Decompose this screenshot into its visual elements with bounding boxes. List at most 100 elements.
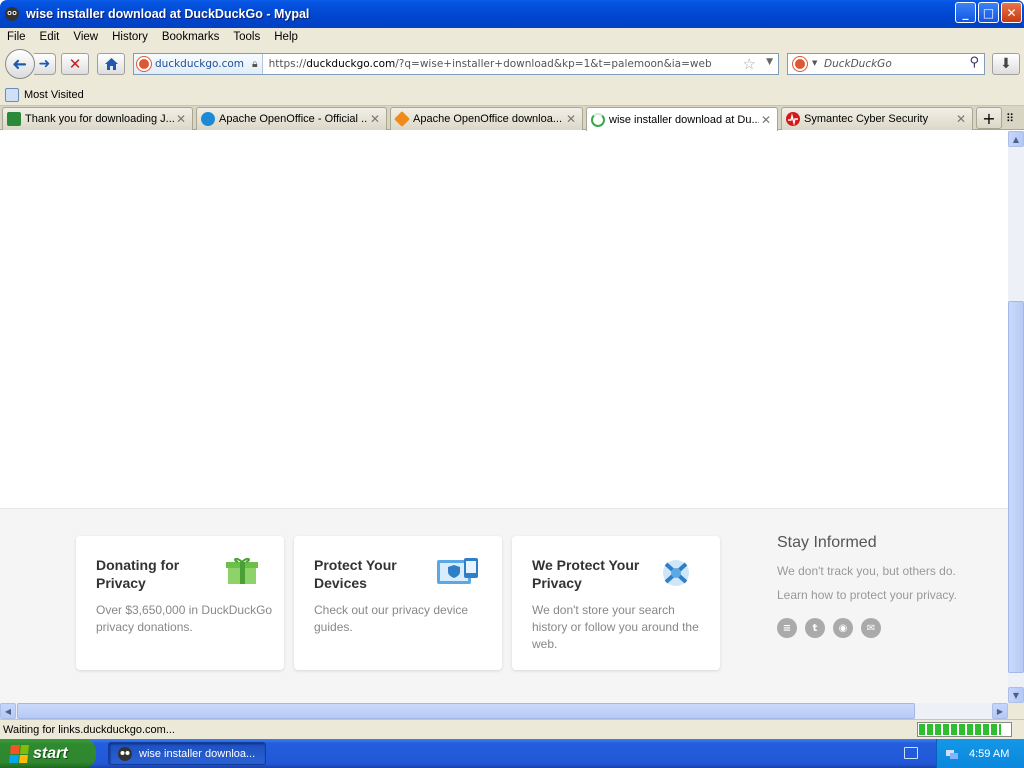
- scroll-up-button[interactable]: ▲: [1008, 131, 1024, 147]
- start-label: start: [33, 744, 68, 762]
- windows-taskbar: start wise installer downloa... 4:59 AM: [0, 739, 1024, 768]
- tab-apache-download[interactable]: Apache OpenOffice downloa... ✕: [390, 107, 583, 130]
- openoffice-favicon: [201, 112, 215, 126]
- search-input[interactable]: DuckDuckGo: [824, 58, 892, 70]
- tab-thank-you[interactable]: Thank you for downloading J... ✕: [2, 107, 193, 130]
- downloads-button[interactable]: ⬇: [992, 53, 1020, 75]
- keyboard-icon[interactable]: [904, 747, 918, 759]
- tab-close-icon[interactable]: ✕: [954, 112, 968, 126]
- start-button[interactable]: start: [0, 739, 96, 768]
- reddit-icon[interactable]: ◉: [833, 618, 853, 638]
- horizontal-scrollbar[interactable]: ◀ ▶: [0, 703, 1008, 719]
- back-button[interactable]: ➜: [5, 49, 35, 79]
- tab-wise-installer[interactable]: wise installer download at Du... ✕: [586, 107, 778, 131]
- plus-icon: +: [982, 108, 996, 128]
- tab-close-icon[interactable]: ✕: [368, 112, 382, 126]
- vertical-scroll-thumb[interactable]: [1008, 301, 1024, 673]
- tab-close-icon[interactable]: ✕: [759, 113, 773, 127]
- devices-icon: [437, 558, 478, 584]
- url-host: duckduckgo.com: [306, 58, 396, 70]
- stay-informed-section: Stay Informed We don't track you, but ot…: [777, 534, 997, 638]
- arrow-left-icon: ➜: [12, 53, 28, 75]
- scrollbar-corner: [1008, 703, 1024, 719]
- forward-button[interactable]: ➜: [34, 53, 56, 75]
- page-load-progress: [917, 722, 1012, 737]
- menu-edit[interactable]: Edit: [33, 31, 67, 43]
- twitter-icon[interactable]: t: [805, 618, 825, 638]
- progress-fill: [919, 724, 1001, 735]
- tab-close-icon[interactable]: ✕: [174, 112, 188, 126]
- chevron-right-icon: ▶: [996, 706, 1004, 716]
- site-identity-button[interactable]: duckduckgo.com 🔒︎: [134, 54, 263, 74]
- url-history-dropdown-icon[interactable]: ▼: [766, 57, 773, 67]
- search-icon[interactable]: ⚲: [969, 55, 979, 70]
- list-all-tabs-icon[interactable]: ⠿: [1006, 112, 1014, 125]
- scroll-right-button[interactable]: ▶: [992, 703, 1008, 719]
- card-protect-devices[interactable]: Protect Your Devices Check out our priva…: [294, 536, 502, 670]
- download-arrow-icon: ⬇: [1000, 56, 1012, 72]
- card-body: Over $3,650,000 in DuckDuckGo privacy do…: [96, 603, 273, 634]
- page-content: Donating for Privacy Over $3,650,000 in …: [0, 131, 1008, 703]
- tab-symantec[interactable]: Symantec Cyber Security ✕: [781, 107, 973, 130]
- menu-history[interactable]: History: [105, 31, 155, 43]
- menu-file[interactable]: File: [0, 31, 33, 43]
- mypal-icon: [5, 7, 19, 21]
- menu-bookmarks[interactable]: Bookmarks: [155, 31, 227, 43]
- maximize-button[interactable]: □: [978, 2, 999, 23]
- tab-apache-official[interactable]: Apache OpenOffice - Official ... ✕: [196, 107, 387, 130]
- menu-tools[interactable]: Tools: [226, 31, 267, 43]
- bookmark-star-icon[interactable]: ☆: [743, 55, 756, 73]
- vertical-scrollbar[interactable]: ▲ ▼: [1008, 131, 1024, 703]
- stay-informed-link[interactable]: Learn how to protect your privacy.: [777, 588, 997, 602]
- home-button[interactable]: [97, 53, 125, 75]
- clock[interactable]: 4:59 AM: [969, 748, 1009, 760]
- bookmark-folder-icon: [5, 87, 19, 102]
- status-text: Waiting for links.duckduckgo.com...: [3, 723, 175, 736]
- chevron-left-icon: ◀: [4, 706, 12, 716]
- tab-label: Apache OpenOffice downloa...: [413, 113, 563, 125]
- lock-icon: 🔒︎: [252, 57, 258, 70]
- card-donating[interactable]: Donating for Privacy Over $3,650,000 in …: [76, 536, 284, 670]
- stay-informed-text: We don't track you, but others do.: [777, 564, 956, 578]
- windows-flag-icon: [9, 744, 29, 763]
- menu-help[interactable]: Help: [267, 31, 305, 43]
- loading-spinner-icon: [591, 112, 605, 127]
- tab-label: Thank you for downloading J...: [25, 113, 174, 125]
- tab-close-icon[interactable]: ✕: [564, 112, 578, 126]
- scroll-left-button[interactable]: ◀: [0, 703, 16, 719]
- card-title: Protect Your Devices: [314, 557, 397, 591]
- new-tab-button[interactable]: +: [976, 107, 1002, 129]
- card-body: We don't store your search history or fo…: [532, 603, 699, 651]
- ddg-footer: Donating for Privacy Over $3,650,000 in …: [0, 508, 1008, 703]
- taskbar-mypal-window[interactable]: wise installer downloa...: [108, 742, 266, 765]
- chevron-down-icon: ▼: [1012, 690, 1020, 700]
- tab-label: Apache OpenOffice - Official ...: [219, 113, 368, 125]
- network-icon[interactable]: [945, 747, 959, 761]
- url-bar[interactable]: duckduckgo.com 🔒︎ https://duckduckgo.com…: [133, 53, 779, 75]
- navigation-toolbar: ➜ ➜ ✕ duckduckgo.com 🔒︎ https://duckduck…: [0, 46, 1024, 84]
- chat-icon[interactable]: ≡: [777, 618, 797, 638]
- url-text[interactable]: https://duckduckgo.com/?q=wise+installer…: [269, 58, 712, 70]
- tab-label: Symantec Cyber Security: [804, 113, 929, 125]
- search-engine-icon[interactable]: [793, 57, 807, 71]
- card-we-protect[interactable]: We Protect Your Privacy We don't store y…: [512, 536, 720, 670]
- gift-icon: [226, 557, 258, 584]
- url-prefix: https://: [268, 58, 307, 70]
- chevron-up-icon: ▲: [1012, 134, 1020, 144]
- search-engine-dropdown-icon[interactable]: ▼: [812, 59, 817, 67]
- search-bar[interactable]: ▼ DuckDuckGo ⚲: [787, 53, 985, 75]
- most-visited-bookmark[interactable]: Most Visited: [24, 89, 84, 101]
- email-icon[interactable]: ✉: [861, 618, 881, 638]
- scroll-down-button[interactable]: ▼: [1008, 687, 1024, 703]
- window-title: wise installer download at DuckDuckGo - …: [26, 7, 310, 21]
- url-path: /?q=wise+installer+download&kp=1&t=palem…: [395, 58, 712, 70]
- stop-x-icon: ✕: [68, 55, 82, 73]
- home-icon: [104, 58, 118, 70]
- menu-view[interactable]: View: [66, 31, 105, 43]
- close-window-button[interactable]: ✕: [1001, 2, 1022, 23]
- stop-button[interactable]: ✕: [61, 53, 89, 75]
- identity-label: duckduckgo.com: [155, 58, 245, 70]
- minimize-button[interactable]: _: [955, 2, 976, 23]
- horizontal-scroll-thumb[interactable]: [17, 703, 915, 719]
- window-title-bar[interactable]: wise installer download at DuckDuckGo - …: [0, 0, 1024, 28]
